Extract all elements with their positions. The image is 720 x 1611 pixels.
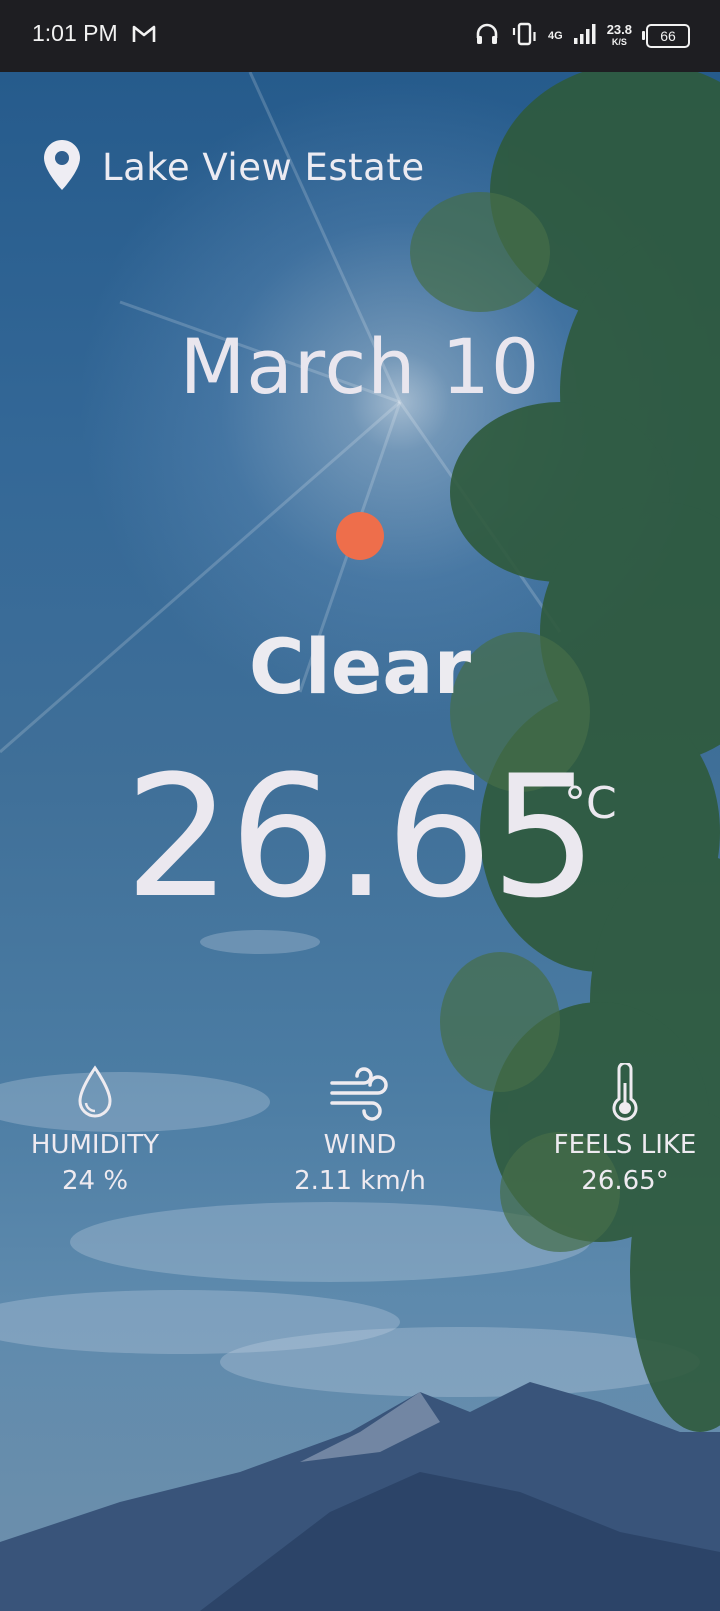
stat-wind: WIND 2.11 km/h bbox=[260, 1060, 460, 1196]
headphones-icon bbox=[474, 21, 500, 51]
vibrate-icon bbox=[510, 21, 538, 51]
date-label: March 10 bbox=[179, 322, 541, 411]
status-bar: 1:01 PM 4G 23.8 K/S 66 bbox=[0, 0, 720, 72]
weather-content: Lake View Estate March 10 Clear 26.65 °C… bbox=[0, 0, 720, 1611]
status-indicators: 4G 23.8 K/S 66 bbox=[474, 18, 690, 54]
signal-icon bbox=[573, 22, 597, 50]
location-name: Lake View Estate bbox=[102, 145, 425, 189]
battery-indicator: 66 bbox=[642, 24, 690, 48]
temperature-unit: °C bbox=[564, 778, 617, 829]
thermometer-icon bbox=[525, 1060, 720, 1126]
location-pin-icon bbox=[42, 138, 82, 196]
stat-value: 2.11 km/h bbox=[294, 1166, 426, 1196]
temperature-block: 26.65 °C bbox=[0, 752, 720, 922]
weather-screen: 1:01 PM 4G 23.8 K/S 66 Lake View Estate … bbox=[0, 0, 720, 1611]
temperature-value: 26.65 bbox=[124, 739, 598, 935]
network-speed-value: 23.8 bbox=[606, 22, 632, 37]
stat-value: 24 % bbox=[61, 1166, 129, 1196]
stat-value: 26.65° bbox=[581, 1166, 669, 1196]
gmail-notification-icon bbox=[132, 24, 156, 48]
location-row[interactable]: Lake View Estate bbox=[42, 138, 425, 196]
droplet-icon bbox=[0, 1060, 195, 1126]
weather-indicator-dot bbox=[336, 512, 384, 560]
status-time: 1:01 PM bbox=[32, 20, 118, 46]
network-speed-unit: K/S bbox=[611, 37, 627, 47]
stat-label: WIND bbox=[323, 1130, 397, 1160]
stat-label: FEELS LIKE bbox=[553, 1130, 697, 1160]
stat-humidity: HUMIDITY 24 % bbox=[0, 1060, 195, 1196]
weather-condition: Clear bbox=[248, 622, 472, 711]
stat-feels-like: FEELS LIKE 26.65° bbox=[525, 1060, 720, 1196]
network-type: 4G bbox=[548, 30, 563, 42]
network-speed: 23.8 K/S bbox=[606, 22, 632, 48]
stat-label: HUMIDITY bbox=[30, 1130, 160, 1160]
wind-icon bbox=[260, 1060, 460, 1126]
